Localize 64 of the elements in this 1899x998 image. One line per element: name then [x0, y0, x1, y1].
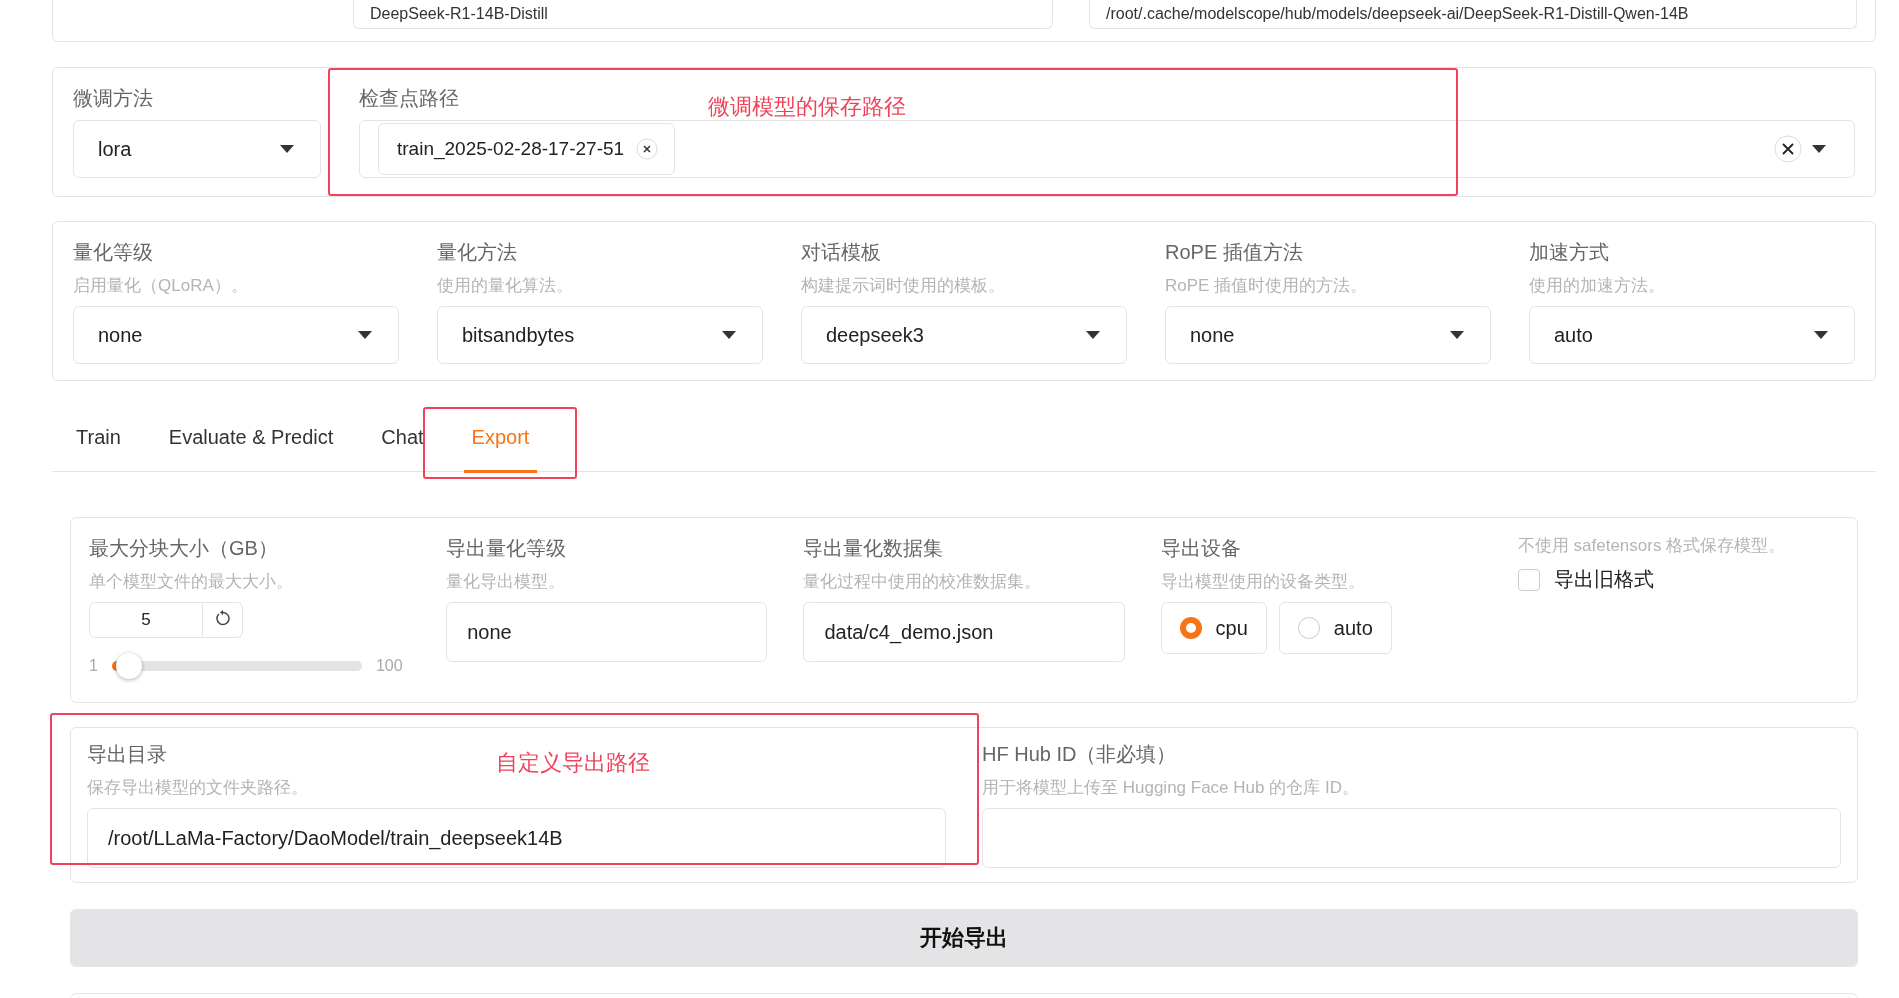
- dropdown[interactable]: none: [1165, 306, 1491, 364]
- field-hint: 构建提示词时使用的模板。: [801, 275, 1005, 297]
- field-hint: 不使用 safetensors 格式保存模型。: [1517, 535, 1786, 557]
- field-label: HF Hub ID（非必填）: [982, 742, 1177, 767]
- field-label: 量化等级: [73, 240, 153, 265]
- number-field[interactable]: 5: [89, 602, 203, 638]
- dropdown[interactable]: none: [73, 306, 399, 364]
- slider-track[interactable]: [111, 652, 362, 680]
- slider-thumb[interactable]: [115, 653, 142, 679]
- text-field[interactable]: data/c4_demo.json: [803, 602, 1125, 662]
- slider-max: 100: [375, 657, 403, 675]
- field-label: 最大分块大小（GB）: [89, 536, 278, 561]
- field-label: RoPE 插值方法: [1165, 240, 1303, 265]
- field-hint: 导出模型使用的设备类型。: [1160, 571, 1365, 593]
- dropdown[interactable]: bitsandbytes: [437, 306, 763, 364]
- dropdown[interactable]: auto: [1529, 306, 1855, 364]
- checkpoint-dropdown[interactable]: train_2025-02-28-17-27-51: [359, 120, 1855, 178]
- field-label: 导出量化数据集: [803, 536, 944, 561]
- tag-chip[interactable]: train_2025-02-28-17-27-51: [378, 123, 676, 175]
- caret-icon: [1812, 145, 1826, 153]
- field-label: 微调方法: [73, 86, 153, 111]
- dropdown[interactable]: lora: [73, 120, 321, 178]
- text-field[interactable]: none: [446, 602, 768, 662]
- close-icon[interactable]: [636, 138, 659, 160]
- field-hint: 量化过程中使用的校准数据集。: [803, 571, 1042, 593]
- radio-option[interactable]: cpu: [1160, 602, 1267, 654]
- clear-icon[interactable]: [1774, 135, 1802, 163]
- field-hint: 保存导出模型的文件夹路径。: [87, 777, 308, 799]
- field-label: 导出量化等级: [446, 536, 567, 561]
- text-field[interactable]: /root/.cache/modelscope/hub/models/deepseek-ai/DeepSeek-R1-Distill-Qwen-14B: [1089, 0, 1857, 29]
- checkbox-label: 导出旧格式: [1553, 567, 1654, 592]
- field-label: 对话模板: [801, 240, 881, 265]
- checkbox[interactable]: [1517, 568, 1540, 591]
- caret-icon: [1086, 331, 1100, 339]
- dropdown[interactable]: deepseek3: [801, 306, 1127, 364]
- start-export-button[interactable]: 开始导出: [70, 909, 1858, 967]
- text-field[interactable]: /root/LLaMa-Factory/DaoModel/train_deepseek14B: [87, 808, 946, 868]
- field-label: 加速方式: [1529, 240, 1609, 265]
- caret-icon: [358, 331, 372, 339]
- tab[interactable]: Chat: [357, 403, 448, 471]
- slider-min: 1: [89, 657, 98, 675]
- field-hint: 启用量化（QLoRA）。: [73, 275, 248, 297]
- field-hint: 单个模型文件的最大大小。: [89, 571, 293, 593]
- field-label: 检查点路径: [359, 86, 459, 111]
- field-hint: 使用的加速方法。: [1529, 275, 1665, 297]
- tab[interactable]: Train: [52, 403, 145, 471]
- text-field[interactable]: [982, 808, 1841, 868]
- reset-icon[interactable]: [203, 602, 243, 638]
- radio-option[interactable]: auto: [1278, 602, 1392, 654]
- field-hint: 量化导出模型。: [446, 571, 566, 593]
- caret-icon: [722, 331, 736, 339]
- field-hint: RoPE 插值时使用的方法。: [1165, 275, 1368, 297]
- field-label: 导出设备: [1160, 536, 1241, 561]
- field-hint: 使用的量化算法。: [437, 275, 573, 297]
- caret-icon: [1814, 331, 1828, 339]
- field-hint: 用于将模型上传至 Hugging Face Hub 的仓库 ID。: [982, 777, 1359, 799]
- annotation-text: 微调模型的保存路径: [708, 93, 906, 121]
- text-field[interactable]: DeepSeek-R1-14B-Distill: [353, 0, 1053, 29]
- field-label: 导出目录: [87, 742, 167, 767]
- field-label: 量化方法: [437, 240, 517, 265]
- tab[interactable]: Evaluate & Predict: [144, 403, 358, 471]
- caret-icon: [280, 145, 294, 153]
- annotation-text: 自定义导出路径: [496, 749, 650, 777]
- caret-icon: [1450, 331, 1464, 339]
